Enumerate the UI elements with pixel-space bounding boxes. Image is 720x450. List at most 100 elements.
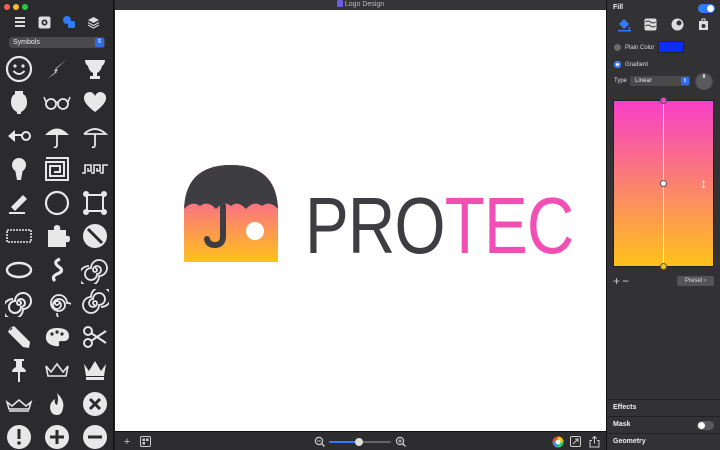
pencil-icon[interactable] <box>0 320 38 354</box>
pattern-icon[interactable] <box>643 16 659 32</box>
keyhole-icon[interactable] <box>0 153 38 187</box>
ornate-rect-icon[interactable] <box>0 220 38 254</box>
window-controls <box>4 4 28 10</box>
symbol-category-value: Symbols <box>13 39 40 46</box>
gradient-type-label: Type <box>614 78 628 84</box>
add-label: + <box>123 435 131 448</box>
fill-inspector: Fill Plain Color Gradient Type Linear ⇕ <box>606 0 720 450</box>
minimize-window-button[interactable] <box>13 4 19 10</box>
mask-toggle[interactable] <box>697 421 714 430</box>
spiral-square-icon[interactable] <box>38 153 76 187</box>
plain-color-swatch[interactable] <box>658 41 684 53</box>
document-icon <box>336 0 343 7</box>
spiral-2-icon[interactable] <box>0 287 38 321</box>
angle-indicator <box>703 74 705 78</box>
preset-button[interactable]: Preset › <box>677 276 714 286</box>
ellipse-outline-icon[interactable] <box>0 253 38 287</box>
palette-icon[interactable] <box>38 320 76 354</box>
scissors-icon[interactable] <box>76 320 114 354</box>
symbol-library-sidebar: Symbols ⇕ <box>0 0 114 450</box>
gradient-type-value: Linear <box>635 78 652 84</box>
layers-icon[interactable] <box>86 14 102 30</box>
share-icon[interactable] <box>588 435 601 448</box>
swirl-icon[interactable] <box>38 253 76 287</box>
color-wheel-icon[interactable] <box>551 435 564 448</box>
gradient-stop-end[interactable] <box>660 263 667 270</box>
sidebar-toolbar <box>0 14 114 32</box>
logo-wordmark[interactable]: PROTEC <box>305 186 574 266</box>
radial-fill-icon[interactable] <box>669 16 685 32</box>
umbrella-outline-icon[interactable] <box>76 119 114 153</box>
fill-section-title: Fill <box>613 4 624 11</box>
gradient-radio[interactable] <box>614 61 621 68</box>
canvas-bottom-bar: + <box>115 431 606 450</box>
logo-mark[interactable] <box>184 165 278 262</box>
exclamation-circle-icon[interactable] <box>0 421 38 450</box>
add-circle-icon[interactable] <box>38 421 76 450</box>
crown-outline-icon[interactable] <box>38 354 76 388</box>
geometry-section-title: Geometry <box>613 438 646 445</box>
zoom-out-icon[interactable] <box>313 435 325 448</box>
umbrella-icon[interactable] <box>38 119 76 153</box>
smiley-icon[interactable] <box>0 52 38 86</box>
zoom-in-icon[interactable] <box>394 435 406 448</box>
chevron-updown-icon: ⇕ <box>95 38 104 47</box>
fit-to-screen-icon[interactable] <box>569 435 582 448</box>
spiral-icon[interactable] <box>76 253 114 287</box>
push-pin-icon[interactable] <box>0 354 38 388</box>
gradient-option[interactable]: Gradient <box>614 61 648 68</box>
gradient-stop-controls: +− <box>613 274 631 288</box>
spiral-3-icon[interactable] <box>38 287 76 321</box>
gradient-angle-knob[interactable] <box>695 72 713 90</box>
fill-type-tabs <box>611 16 717 36</box>
plain-color-radio[interactable] <box>614 44 621 51</box>
heart-icon[interactable] <box>76 86 114 120</box>
effects-section[interactable]: Effects <box>607 399 720 416</box>
lightning-icon[interactable] <box>38 52 76 86</box>
list-icon[interactable] <box>12 14 28 30</box>
greek-key-icon[interactable] <box>76 153 114 187</box>
eraser-icon[interactable] <box>0 186 38 220</box>
shapes-icon[interactable] <box>61 14 77 30</box>
fill-toggle[interactable] <box>698 4 715 13</box>
flame-icon[interactable] <box>38 387 76 421</box>
spiral-4-icon[interactable] <box>76 287 114 321</box>
plain-color-option[interactable]: Plain Color <box>614 44 654 51</box>
gradient-stop-start[interactable] <box>660 97 667 104</box>
crown-small-icon[interactable] <box>0 387 38 421</box>
grid-view-icon[interactable] <box>139 435 151 448</box>
gear-icon[interactable] <box>37 14 53 30</box>
gradient-midpoint-handle[interactable] <box>660 180 667 187</box>
puzzle-piece-icon[interactable] <box>38 220 76 254</box>
close-circle-icon[interactable] <box>76 387 114 421</box>
zoom-slider[interactable] <box>329 438 391 446</box>
logo-text-pro: PRO <box>305 181 446 270</box>
amphora-icon[interactable] <box>0 86 38 120</box>
close-window-button[interactable] <box>4 4 10 10</box>
fill-bucket-icon[interactable] <box>616 16 632 32</box>
gradient-editor[interactable]: ↕ <box>613 97 714 270</box>
symbol-category-select[interactable]: Symbols ⇕ <box>9 37 105 48</box>
crown-icon[interactable] <box>76 354 114 388</box>
circle-outline-icon[interactable] <box>38 186 76 220</box>
gradient-type-select[interactable]: Linear ⇕ <box>630 76 690 86</box>
minus-circle-icon[interactable] <box>76 421 114 450</box>
arrow-cross-icon[interactable] <box>0 119 38 153</box>
geometry-section[interactable]: Geometry <box>607 433 720 450</box>
effects-section-title: Effects <box>613 404 637 411</box>
zoom-slider-knob[interactable] <box>354 438 363 446</box>
no-sign-icon[interactable] <box>76 220 114 254</box>
design-canvas[interactable]: PROTEC <box>115 10 606 431</box>
add-layer-button[interactable]: + <box>121 435 133 448</box>
swap-direction-icon[interactable]: ↕ <box>700 175 707 191</box>
trophy-vase-icon[interactable] <box>76 52 114 86</box>
glasses-icon[interactable] <box>38 86 76 120</box>
mask-section-title: Mask <box>613 421 631 428</box>
maximize-window-button[interactable] <box>22 4 28 10</box>
gradient-label: Gradient <box>625 61 649 68</box>
add-stop-button[interactable]: + <box>613 274 622 288</box>
ornate-frame-icon[interactable] <box>76 186 114 220</box>
remove-stop-button[interactable]: − <box>622 274 631 288</box>
image-fill-icon[interactable] <box>696 16 712 32</box>
chevron-updown-icon: ⇕ <box>681 77 689 85</box>
